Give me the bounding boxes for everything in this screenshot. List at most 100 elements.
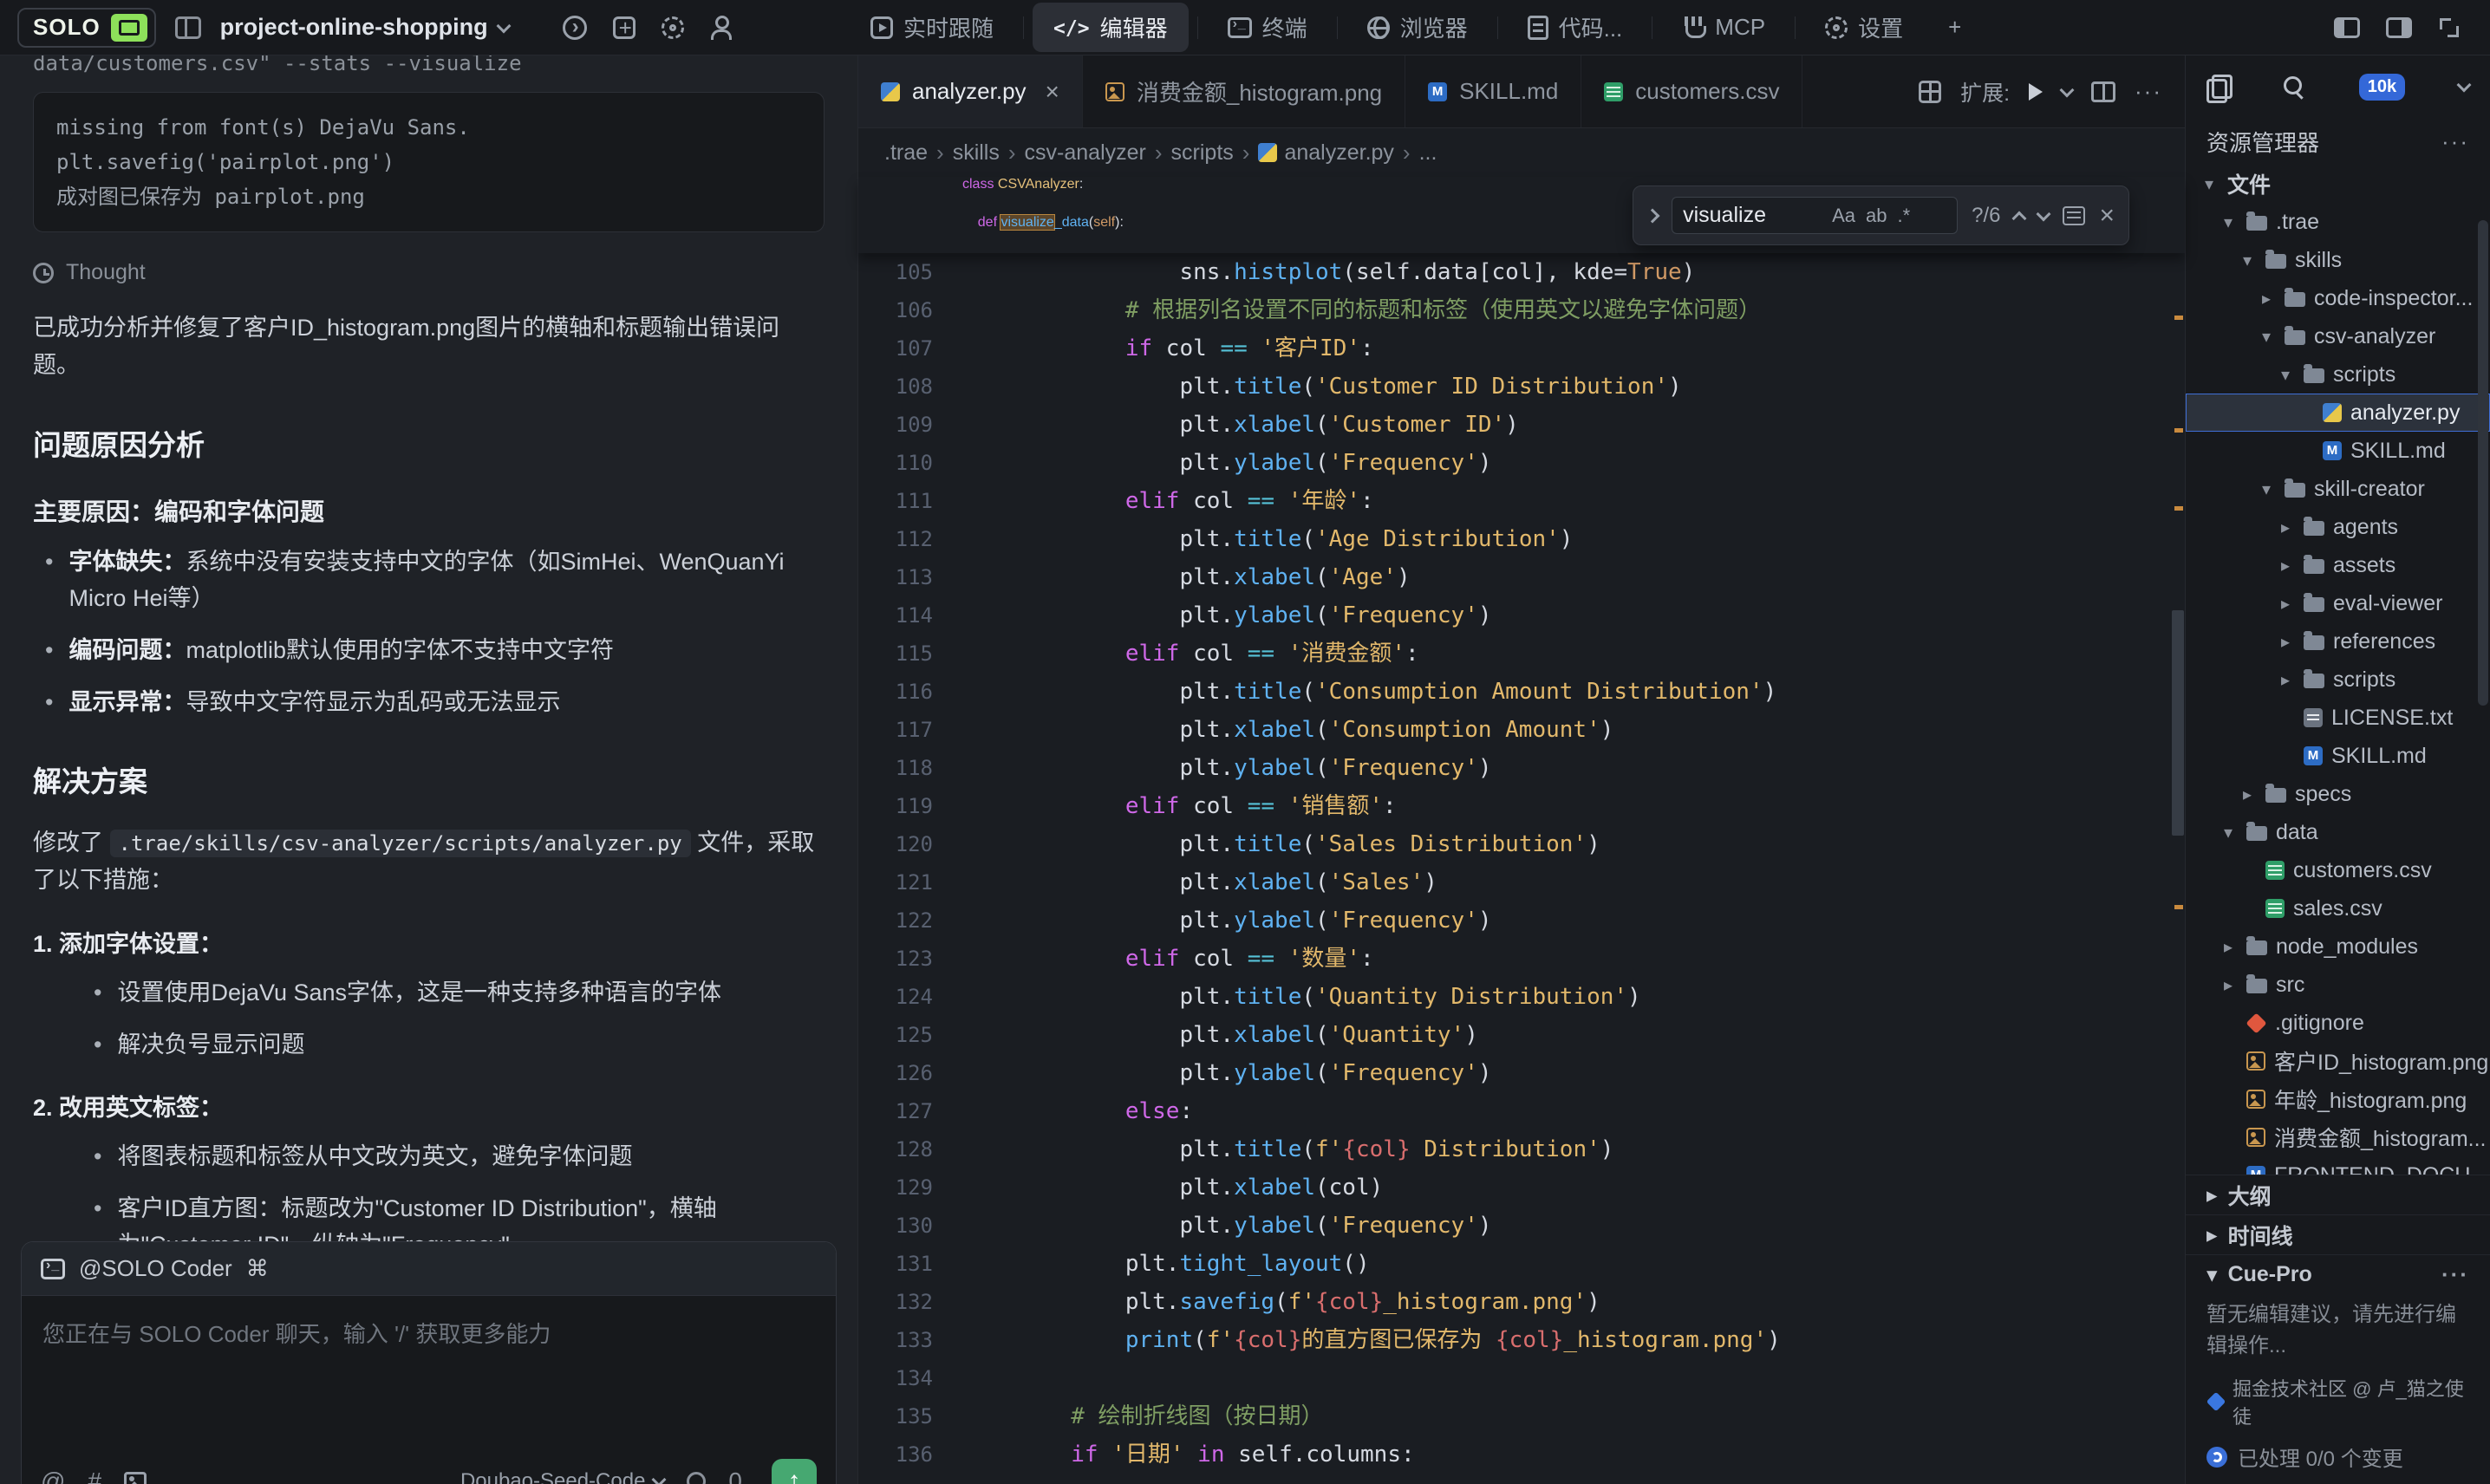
tree-item[interactable]: ▸code-inspector... — [2186, 279, 2490, 317]
tree-item[interactable]: ▾.trae — [2186, 203, 2490, 241]
explorer-more-icon[interactable]: ··· — [2441, 128, 2469, 155]
tree-item[interactable]: ▸eval-viewer — [2186, 584, 2490, 622]
find-input[interactable] — [1683, 203, 1822, 228]
code-line[interactable]: 130 plt.ylabel('Frequency') — [858, 1207, 2185, 1245]
top-tab-terminal[interactable]: 终端 — [1207, 3, 1328, 52]
editor-tab[interactable]: SKILL.md — [1405, 55, 1581, 127]
code-line[interactable]: 105 sns.histplot(self.data[col], kde=Tru… — [858, 253, 2185, 291]
editor-tab[interactable]: 消费金额_histogram.png — [1083, 55, 1405, 127]
attach-image-icon[interactable] — [124, 1472, 147, 1484]
scrollbar-thumb[interactable] — [2172, 610, 2184, 836]
search-icon[interactable] — [2283, 75, 2305, 98]
top-tab-editor[interactable]: 编辑器 — [1033, 3, 1189, 52]
context-icon[interactable]: # — [88, 1468, 101, 1484]
breadcrumb-item[interactable]: .trae — [884, 140, 928, 166]
code-line[interactable]: 119 elif col == '销售额': — [858, 787, 2185, 825]
tree-item[interactable]: analyzer.py — [2186, 394, 2490, 432]
project-selector[interactable]: project-online-shopping — [220, 14, 509, 41]
code-line[interactable]: 112 plt.title('Age Distribution') — [858, 520, 2185, 558]
tree-item[interactable]: ▾scripts — [2186, 355, 2490, 394]
whole-word-icon[interactable]: ab — [1866, 205, 1887, 227]
send-button[interactable]: ↑ — [772, 1459, 817, 1484]
code-line[interactable]: 132 plt.savefig(f'{col}_histogram.png') — [858, 1283, 2185, 1321]
code-line[interactable]: 117 plt.xlabel('Consumption Amount') — [858, 711, 2185, 749]
code-line[interactable]: 113 plt.xlabel('Age') — [858, 558, 2185, 596]
breadcrumb-item[interactable]: scripts — [1171, 140, 1234, 166]
copy-files-icon[interactable] — [2206, 75, 2229, 99]
code-line[interactable]: 108 plt.title('Customer ID Distribution'… — [858, 368, 2185, 406]
account-icon[interactable] — [710, 16, 733, 40]
tree-item[interactable]: SKILL.md — [2186, 432, 2490, 470]
code-line[interactable]: 124 plt.title('Quantity Distribution') — [858, 978, 2185, 1016]
tree-item[interactable]: 年龄_histogram.png — [2186, 1080, 2490, 1118]
layout-left-panel-icon[interactable] — [2334, 17, 2360, 38]
close-tab-icon[interactable]: × — [1046, 78, 1059, 106]
previous-match-icon[interactable] — [2012, 211, 2027, 225]
run-file-icon[interactable] — [2029, 83, 2043, 101]
code-line[interactable]: 109 plt.xlabel('Customer ID') — [858, 406, 2185, 444]
code-line[interactable]: 120 plt.title('Sales Distribution') — [858, 825, 2185, 863]
tree-item[interactable]: ▾skills — [2186, 241, 2490, 279]
model-selector[interactable]: Doubao-Seed-Code — [460, 1469, 664, 1484]
code-line[interactable]: 134 — [858, 1359, 2185, 1397]
tree-item[interactable]: sales.csv — [2186, 889, 2490, 928]
settings-gear-icon[interactable] — [662, 16, 684, 39]
tree-item[interactable]: ▸assets — [2186, 546, 2490, 584]
cue-more-icon[interactable]: ··· — [2441, 1261, 2469, 1288]
code-line[interactable]: 126 plt.ylabel('Frequency') — [858, 1054, 2185, 1092]
next-match-icon[interactable] — [2037, 206, 2051, 221]
code-line[interactable]: 135 # 绘制折线图（按日期） — [858, 1397, 2185, 1435]
thought-row[interactable]: Thought — [33, 260, 825, 285]
match-case-icon[interactable]: Aa — [1832, 205, 1855, 227]
find-in-selection-icon[interactable] — [2063, 206, 2085, 225]
code-line[interactable]: 116 plt.title('Consumption Amount Distri… — [858, 673, 2185, 711]
run-options-chevron-icon[interactable] — [2060, 82, 2075, 97]
code-line[interactable]: 136 if '日期' in self.columns: — [858, 1435, 2185, 1474]
breadcrumb-item[interactable]: csv-analyzer — [1025, 140, 1146, 166]
tree-item[interactable]: ▾csv-analyzer — [2186, 317, 2490, 355]
code-line[interactable]: 131 plt.tight_layout() — [858, 1245, 2185, 1283]
code-editor[interactable]: 105 sns.histplot(self.data[col], kde=Tru… — [858, 253, 2185, 1484]
editor-scrollbar[interactable] — [2171, 55, 2185, 1484]
top-tab-codefile[interactable]: 代码... — [1507, 3, 1644, 52]
tree-item[interactable]: LICENSE.txt — [2186, 699, 2490, 737]
top-tab-follow[interactable]: 实时跟随 — [850, 3, 1014, 52]
tree-item[interactable]: customers.csv — [2186, 851, 2490, 889]
solo-mode-badge[interactable]: SOLO — [17, 8, 156, 48]
breadcrumb-item[interactable]: analyzer.py — [1258, 140, 1393, 166]
tree-item[interactable]: ▸references — [2186, 622, 2490, 661]
code-line[interactable]: 111 elif col == '年龄': — [858, 482, 2185, 520]
tree-item[interactable]: ▾skill-creator — [2186, 470, 2490, 508]
more-actions-icon[interactable]: ··· — [2135, 78, 2162, 105]
section-cue-pro[interactable]: ▾ Cue-Pro ··· — [2186, 1254, 2490, 1294]
code-line[interactable]: 133 print(f'{col}的直方图已保存为 {col}_histogra… — [858, 1321, 2185, 1359]
token-badge[interactable]: 10k — [2359, 74, 2405, 101]
add-tab-button[interactable]: + — [1927, 5, 1982, 49]
split-editor-icon[interactable] — [2091, 81, 2115, 102]
tree-item[interactable]: ▸specs — [2186, 775, 2490, 813]
tree-section-files[interactable]: ▾文件 — [2186, 165, 2490, 203]
code-line[interactable]: 129 plt.xlabel(col) — [858, 1168, 2185, 1207]
code-line[interactable]: 114 plt.ylabel('Frequency') — [858, 596, 2185, 635]
cue-promo-row[interactable]: 掘金技术社区 @ 卢_猫之使徒 — [2186, 1370, 2490, 1433]
tree-item[interactable]: .gitignore — [2186, 1004, 2490, 1042]
top-tab-mcp[interactable]: MCP — [1661, 5, 1786, 49]
section-timeline[interactable]: ▸ 时间线 — [2186, 1214, 2490, 1254]
layout-right-panel-icon[interactable] — [2386, 17, 2412, 38]
code-line[interactable]: 127 else: — [858, 1092, 2185, 1130]
section-outline[interactable]: ▸ 大纲 — [2186, 1175, 2490, 1214]
collapse-panel-icon[interactable] — [2457, 78, 2472, 93]
tree-item[interactable]: ▾data — [2186, 813, 2490, 851]
tree-item[interactable]: ▸agents — [2186, 508, 2490, 546]
toggle-sidebar-icon[interactable] — [175, 16, 201, 39]
code-line[interactable]: 118 plt.ylabel('Frequency') — [858, 749, 2185, 787]
code-line[interactable]: 107 if col == '客户ID': — [858, 329, 2185, 368]
tree-item[interactable]: SKILL.md — [2186, 737, 2490, 775]
code-line[interactable]: 110 plt.ylabel('Frequency') — [858, 444, 2185, 482]
new-chat-icon[interactable] — [613, 16, 636, 39]
close-find-icon[interactable]: × — [2099, 201, 2115, 231]
code-line[interactable]: 106 # 根据列名设置不同的标题和标签（使用英文以避免字体问题） — [858, 291, 2185, 329]
top-tab-gear[interactable]: 设置 — [1804, 3, 1924, 52]
tree-item[interactable]: 消费金额_histogram... — [2186, 1118, 2490, 1156]
editor-tab[interactable]: customers.csv — [1581, 55, 1802, 127]
